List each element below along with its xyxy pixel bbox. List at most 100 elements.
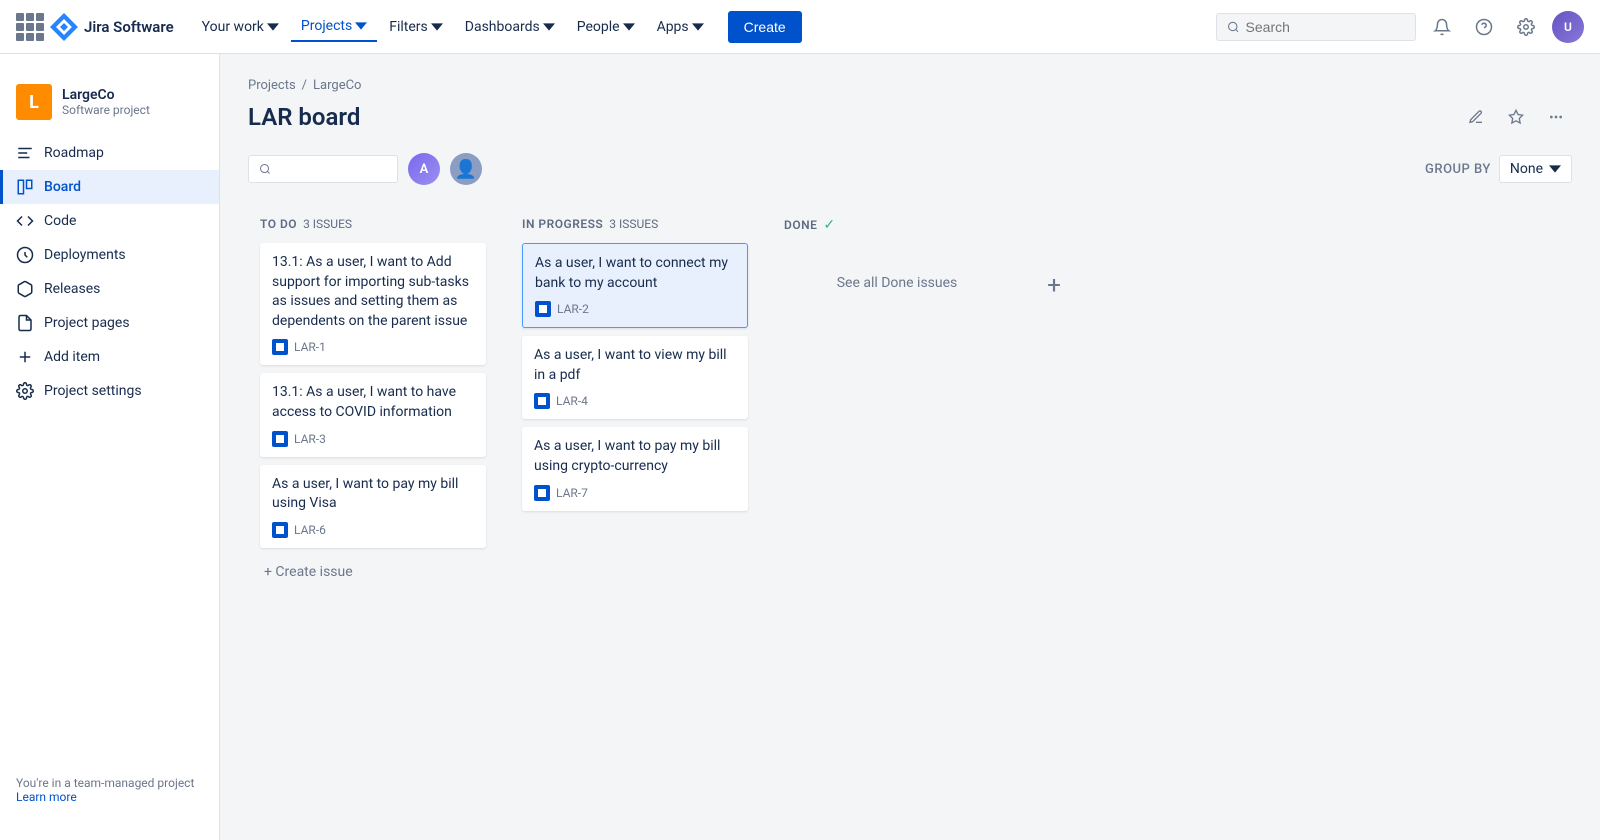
- create-issue-button[interactable]: + Create issue: [260, 556, 486, 588]
- column-inprogress: IN PROGRESS 3 ISSUES As a user, I want t…: [510, 205, 760, 531]
- card-LAR-6-id: LAR-6: [294, 523, 326, 537]
- add-column-button[interactable]: +: [1034, 265, 1074, 305]
- see-all-done-button[interactable]: See all Done issues: [784, 245, 1010, 321]
- project-icon: L: [16, 84, 52, 120]
- sidebar-item-board[interactable]: Board: [0, 170, 219, 204]
- story-icon-5: [534, 393, 550, 409]
- card-LAR-7[interactable]: As a user, I want to pay my bill using c…: [522, 427, 748, 510]
- board-search-input[interactable]: [277, 161, 387, 177]
- sidebar: L LargeCo Software project Roadmap Board…: [0, 54, 220, 840]
- avatar-user1[interactable]: A: [408, 153, 440, 185]
- create-button[interactable]: Create: [728, 11, 802, 43]
- search-box[interactable]: [1216, 13, 1416, 41]
- main-content: Projects / LargeCo LAR board: [220, 54, 1600, 840]
- board-search-icon: [259, 162, 271, 176]
- topnav: Jira Software Your work Projects Filters…: [0, 0, 1600, 54]
- sidebar-item-code[interactable]: Code: [0, 204, 219, 238]
- board-search[interactable]: [248, 155, 398, 183]
- footer-link[interactable]: Learn more: [16, 790, 77, 804]
- card-LAR-2[interactable]: As a user, I want to connect my bank to …: [522, 243, 748, 328]
- see-all-done-label: See all Done issues: [837, 275, 958, 291]
- card-LAR-3-id: LAR-3: [294, 432, 326, 446]
- card-LAR-1-title: 13.1: As a user, I want to Add support f…: [272, 253, 474, 331]
- column-todo-title: TO DO: [260, 217, 297, 231]
- card-LAR-6-footer: LAR-6: [272, 522, 474, 538]
- search-icon: [1227, 20, 1240, 34]
- card-LAR-1-footer: LAR-1: [272, 339, 474, 355]
- column-todo-count: 3 ISSUES: [303, 217, 352, 231]
- board-controls-left: A 👤: [248, 153, 482, 185]
- sidebar-item-releases[interactable]: Releases: [0, 272, 219, 306]
- nav-dashboards[interactable]: Dashboards: [455, 13, 565, 41]
- breadcrumb-project[interactable]: LargeCo: [313, 78, 361, 93]
- user-avatar[interactable]: U: [1552, 11, 1584, 43]
- card-LAR-4[interactable]: As a user, I want to view my bill in a p…: [522, 336, 748, 419]
- add-icon: [16, 348, 34, 366]
- board-controls: A 👤 GROUP BY None: [248, 153, 1572, 185]
- nav-filters[interactable]: Filters: [379, 13, 453, 41]
- header-actions: [1460, 101, 1572, 133]
- more-button[interactable]: [1540, 101, 1572, 133]
- card-LAR-3[interactable]: 13.1: As a user, I want to have access t…: [260, 373, 486, 456]
- sidebar-item-project-pages[interactable]: Project pages: [0, 306, 219, 340]
- topnav-right: U: [1216, 11, 1584, 43]
- sidebar-item-deployments[interactable]: Deployments: [0, 238, 219, 272]
- card-LAR-4-id: LAR-4: [556, 394, 588, 408]
- sidebar-project: L LargeCo Software project: [0, 74, 219, 136]
- nav-projects[interactable]: Projects: [291, 12, 377, 42]
- breadcrumb-projects[interactable]: Projects: [248, 78, 296, 93]
- done-check-icon: ✓: [823, 217, 835, 233]
- edit-button[interactable]: [1460, 101, 1492, 133]
- card-LAR-1-id: LAR-1: [294, 340, 326, 354]
- sidebar-footer: You're in a team-managed project Learn m…: [0, 760, 219, 820]
- card-LAR-1[interactable]: 13.1: As a user, I want to Add support f…: [260, 243, 486, 365]
- settings-button[interactable]: [1510, 11, 1542, 43]
- page-header: LAR board: [248, 101, 1572, 133]
- group-by-label: GROUP BY: [1425, 162, 1491, 177]
- story-icon-2: [272, 431, 288, 447]
- board-controls-right: GROUP BY None: [1425, 155, 1572, 183]
- project-name: LargeCo: [62, 87, 150, 103]
- nav-your-work[interactable]: Your work: [192, 13, 289, 41]
- nav-links: Your work Projects Filters Dashboards Pe…: [192, 12, 714, 42]
- column-todo: TO DO 3 ISSUES 13.1: As a user, I want t…: [248, 205, 498, 600]
- pages-icon: [16, 314, 34, 332]
- breadcrumb: Projects / LargeCo: [248, 78, 1572, 93]
- code-icon: [16, 212, 34, 230]
- column-todo-header: TO DO 3 ISSUES: [260, 217, 486, 231]
- create-issue-label: + Create issue: [264, 564, 353, 580]
- story-icon-6: [534, 485, 550, 501]
- card-LAR-7-title: As a user, I want to pay my bill using c…: [534, 437, 736, 476]
- sidebar-item-project-settings[interactable]: Project settings: [0, 374, 219, 408]
- card-LAR-6[interactable]: As a user, I want to pay my bill using V…: [260, 465, 486, 548]
- sidebar-item-add-item[interactable]: Add item: [0, 340, 219, 374]
- column-inprogress-header: IN PROGRESS 3 ISSUES: [522, 217, 748, 231]
- story-icon-4: [535, 301, 551, 317]
- sidebar-item-roadmap[interactable]: Roadmap: [0, 136, 219, 170]
- avatar-user2[interactable]: 👤: [450, 153, 482, 185]
- card-LAR-4-title: As a user, I want to view my bill in a p…: [534, 346, 736, 385]
- footer-text: You're in a team-managed project: [16, 776, 203, 790]
- settings-icon: [16, 382, 34, 400]
- jira-logo[interactable]: Jira Software: [50, 13, 174, 41]
- help-button[interactable]: [1468, 11, 1500, 43]
- app-switcher-icon[interactable]: [16, 13, 44, 41]
- column-inprogress-count: 3 ISSUES: [609, 217, 658, 231]
- star-button[interactable]: [1500, 101, 1532, 133]
- notifications-button[interactable]: [1426, 11, 1458, 43]
- card-LAR-2-id: LAR-2: [557, 302, 589, 316]
- sidebar-nav: Roadmap Board Code Deployments Releases …: [0, 136, 219, 760]
- project-type: Software project: [62, 103, 150, 117]
- deployments-icon: [16, 246, 34, 264]
- layout: L LargeCo Software project Roadmap Board…: [0, 54, 1600, 840]
- roadmap-icon: [16, 144, 34, 162]
- search-input[interactable]: [1246, 19, 1405, 35]
- project-info: LargeCo Software project: [62, 87, 150, 117]
- card-LAR-7-footer: LAR-7: [534, 485, 736, 501]
- nav-people[interactable]: People: [567, 13, 645, 41]
- board: TO DO 3 ISSUES 13.1: As a user, I want t…: [248, 205, 1572, 600]
- group-by-select[interactable]: None: [1499, 155, 1572, 183]
- nav-apps[interactable]: Apps: [647, 13, 714, 41]
- card-LAR-6-title: As a user, I want to pay my bill using V…: [272, 475, 474, 514]
- card-LAR-7-id: LAR-7: [556, 486, 588, 500]
